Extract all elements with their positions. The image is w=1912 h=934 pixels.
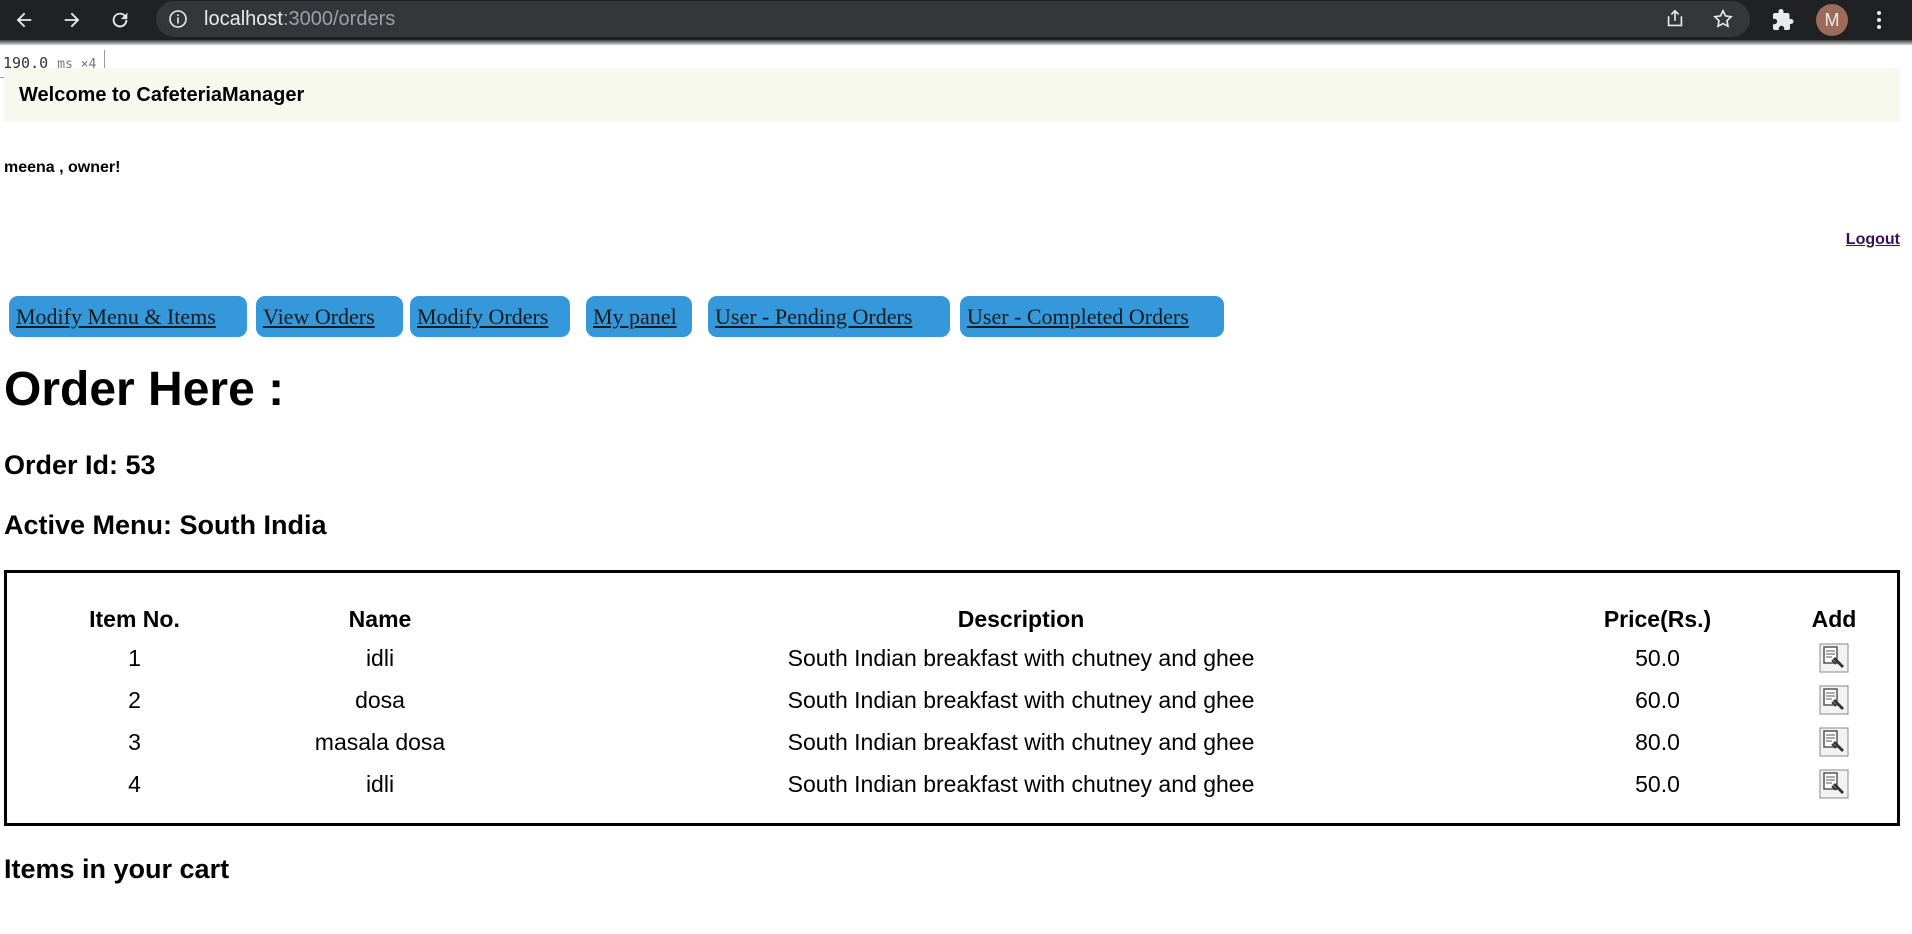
cell-name: idli xyxy=(365,644,395,671)
url-text: localhost:3000/orders xyxy=(204,9,395,29)
col-header-item-no: Item No. xyxy=(89,605,180,632)
extensions-icon[interactable] xyxy=(1770,7,1796,33)
cell-description: South Indian breakfast with chutney and … xyxy=(787,644,1255,671)
nav-user-completed-orders-button[interactable]: User - Completed Orders xyxy=(960,296,1224,337)
cell-name: masala dosa xyxy=(314,728,446,755)
cell-description: South Indian breakfast with chutney and … xyxy=(787,686,1255,713)
table-row: 2 dosa South Indian breakfast with chutn… xyxy=(7,679,1897,721)
cart-heading: Items in your cart xyxy=(4,854,230,884)
cell-add xyxy=(1771,763,1897,805)
cell-description: South Indian breakfast with chutney and … xyxy=(787,728,1255,755)
nav-user-pending-orders-button[interactable]: User - Pending Orders xyxy=(708,296,950,337)
user-greeting: meena , owner! xyxy=(4,159,121,176)
more-menu-icon[interactable] xyxy=(1866,7,1892,33)
profile-avatar[interactable]: M xyxy=(1816,4,1848,36)
share-icon[interactable] xyxy=(1664,8,1686,30)
menu-items-box: Item No. Name Description Price(Rs.) Add… xyxy=(4,570,1900,826)
cell-price: 60.0 xyxy=(1635,686,1680,713)
cell-price: 80.0 xyxy=(1635,728,1680,755)
cell-item-no: 2 xyxy=(128,686,141,713)
add-to-cart-icon[interactable] xyxy=(1819,643,1849,673)
page-title: Order Here : xyxy=(4,363,285,416)
cell-price: 50.0 xyxy=(1635,770,1680,797)
back-icon[interactable] xyxy=(8,4,40,36)
add-to-cart-icon[interactable] xyxy=(1819,685,1849,715)
welcome-header: Welcome to CafeteriaManager xyxy=(4,68,1900,122)
welcome-title: Welcome to CafeteriaManager xyxy=(19,84,305,106)
col-header-name: Name xyxy=(348,605,412,632)
nav-view-orders-button[interactable]: View Orders xyxy=(256,296,403,337)
address-bar[interactable]: localhost:3000/orders xyxy=(156,1,1750,37)
cell-item-no: 4 xyxy=(128,770,141,797)
reload-icon[interactable] xyxy=(104,4,136,36)
col-header-add: Add xyxy=(1811,605,1857,632)
cell-name: idli xyxy=(365,770,395,797)
cell-add xyxy=(1771,637,1897,679)
cell-add xyxy=(1771,721,1897,763)
cell-name: dosa xyxy=(355,686,405,713)
info-icon[interactable] xyxy=(168,9,188,29)
toolbar-shadow xyxy=(0,40,1912,45)
add-to-cart-icon[interactable] xyxy=(1819,727,1849,757)
cell-item-no: 1 xyxy=(128,644,141,671)
add-to-cart-icon[interactable] xyxy=(1819,769,1849,799)
table-header-row: Item No. Name Description Price(Rs.) Add xyxy=(7,601,1897,637)
cell-price: 50.0 xyxy=(1635,644,1680,671)
browser-toolbar: localhost:3000/orders M xyxy=(0,0,1912,40)
nav-modify-menu-items-button[interactable]: Modify Menu & Items xyxy=(9,296,247,337)
nav-my-panel-button[interactable]: My panel xyxy=(586,296,692,337)
table-row: 4 idli South Indian breakfast with chutn… xyxy=(7,763,1897,805)
menu-items-table: Item No. Name Description Price(Rs.) Add… xyxy=(7,601,1897,805)
order-id-heading: Order Id: 53 xyxy=(4,450,156,480)
active-menu-heading: Active Menu: South India xyxy=(4,510,327,540)
bookmark-star-icon[interactable] xyxy=(1712,8,1734,30)
url-host: localhost xyxy=(204,8,283,30)
cell-description: South Indian breakfast with chutney and … xyxy=(787,770,1255,797)
nav-modify-orders-button[interactable]: Modify Orders xyxy=(410,296,570,337)
table-row: 1 idli South Indian breakfast with chutn… xyxy=(7,637,1897,679)
url-path: :3000/orders xyxy=(282,8,396,30)
col-header-description: Description xyxy=(957,605,1085,632)
table-row: 3 masala dosa South Indian breakfast wit… xyxy=(7,721,1897,763)
forward-icon[interactable] xyxy=(56,4,88,36)
cell-item-no: 3 xyxy=(128,728,141,755)
logout-link[interactable]: Logout xyxy=(1846,231,1900,249)
col-header-price: Price(Rs.) xyxy=(1603,605,1712,632)
cell-add xyxy=(1771,679,1897,721)
